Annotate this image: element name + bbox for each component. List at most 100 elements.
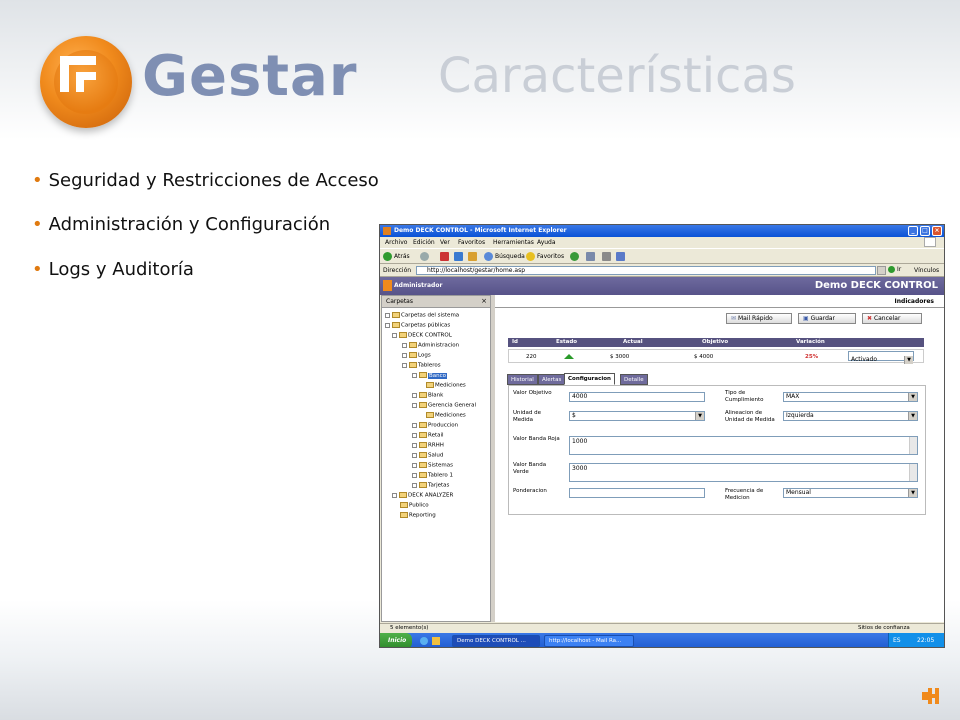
folder-icon (426, 382, 434, 388)
alineacion-select[interactable]: Izquierda ▼ (783, 411, 918, 421)
history-icon[interactable] (570, 252, 581, 261)
table-row[interactable]: 220 $ 3000 $ 4000 25% Activado ▼ (508, 349, 924, 364)
ie-quicklaunch-icon[interactable] (420, 637, 428, 645)
stop-icon[interactable] (440, 252, 451, 261)
tree-item[interactable]: Tablero 1 (412, 472, 453, 479)
search-icon (484, 252, 493, 261)
menu-favoritos[interactable]: Favoritos (458, 239, 485, 246)
menu-archivo[interactable]: Archivo (385, 239, 407, 246)
start-button[interactable]: Inicio (380, 633, 412, 647)
trusted-zone-text: Sitios de confianza (858, 625, 910, 631)
folder-icon (419, 452, 427, 458)
go-button[interactable]: Ir (888, 266, 901, 273)
tree-item[interactable]: Gerencia General (412, 402, 476, 409)
chevron-down-icon: ▼ (904, 356, 913, 364)
window-titlebar[interactable]: Demo DECK CONTROL - Microsoft Internet E… (380, 225, 944, 237)
col-actual: Actual (623, 339, 643, 345)
app-logo-icon (383, 280, 392, 291)
chevron-down-icon: ▼ (908, 412, 917, 420)
cancel-button[interactable]: ✖ Cancelar (862, 313, 922, 324)
refresh-icon[interactable] (454, 252, 465, 261)
links-label[interactable]: Vínculos (914, 267, 939, 274)
back-button[interactable]: Atrás (383, 252, 410, 261)
chevron-down-icon: ▼ (695, 412, 704, 420)
tree-item[interactable]: Reporting (400, 512, 436, 519)
bullet-item: • Administración y Configuración (32, 214, 331, 235)
tree-item[interactable]: Produccion (412, 422, 458, 429)
scrollbar[interactable] (909, 464, 917, 481)
menu-herramientas[interactable]: Herramientas (493, 239, 534, 246)
cancel-icon: ✖ (867, 315, 874, 322)
menu-ver[interactable]: Ver (440, 239, 450, 246)
app-icon (383, 227, 391, 235)
scrollbar[interactable] (909, 437, 917, 454)
bullet-dot-icon: • (32, 170, 43, 191)
folder-icon (419, 422, 427, 428)
unidad-medida-label: Unidad de Medida (513, 410, 542, 423)
save-button[interactable]: ▣ Guardar (798, 313, 856, 324)
tree-item[interactable]: Logs (402, 352, 431, 359)
ponderacion-input[interactable] (569, 488, 705, 498)
forward-button[interactable] (420, 252, 431, 261)
menu-edicion[interactable]: Edición (413, 239, 435, 246)
tab-historial[interactable]: Historial (507, 374, 538, 385)
app-header: Administrador Demo DECK CONTROL (380, 277, 944, 295)
status-select[interactable]: Activado ▼ (848, 351, 914, 364)
task-mail[interactable]: http://localhost - Mail Ra... (544, 635, 634, 647)
language-indicator[interactable]: ES (893, 637, 901, 644)
desktop-quicklaunch-icon[interactable] (432, 637, 440, 645)
mail-rapido-button[interactable]: ✉ Mail Rápido (726, 313, 792, 324)
search-button[interactable]: Búsqueda (484, 252, 525, 261)
sidebar-close-icon[interactable]: × (481, 297, 487, 305)
mail-icon[interactable] (586, 252, 597, 261)
tree-item[interactable]: Mediciones (426, 412, 466, 419)
tree-item[interactable]: Salud (412, 452, 443, 459)
address-dropdown-icon[interactable] (877, 266, 886, 275)
tab-alertas[interactable]: Alertas (538, 374, 566, 385)
tree-item[interactable]: Tableros (402, 362, 441, 369)
edit-icon[interactable] (616, 252, 627, 261)
tree-item[interactable]: RRHH (412, 442, 444, 449)
banda-roja-input[interactable]: 1000 (569, 436, 918, 455)
tree-item[interactable]: Sistemas (412, 462, 453, 469)
close-icon[interactable]: × (932, 226, 942, 236)
frecuencia-select[interactable]: Mensual ▼ (783, 488, 918, 498)
tree-item-selected[interactable]: Banco (412, 372, 448, 379)
tab-configuracion[interactable]: Configuracion (564, 373, 615, 385)
banda-roja-label: Valor Banda Roja (513, 436, 560, 442)
menu-ayuda[interactable]: Ayuda (537, 239, 556, 246)
folder-icon (399, 332, 407, 338)
config-form: Valor Objetivo 4000 Tipo de Cumplimiento… (508, 385, 926, 515)
clock: 22:05 (917, 637, 935, 644)
tree-item[interactable]: DECK CONTROL (392, 332, 452, 339)
folder-icon (399, 492, 407, 498)
tipo-cumplimiento-select[interactable]: MAX ▼ (783, 392, 918, 402)
minimize-icon[interactable]: _ (908, 226, 918, 236)
taskbar: Inicio Demo DECK CONTROL ... http://loca… (380, 633, 944, 647)
save-icon: ▣ (803, 315, 811, 322)
tree-item[interactable]: Carpetas públicas (385, 322, 450, 329)
user-name: Administrador (394, 282, 443, 289)
tree-item[interactable]: Mediciones (426, 382, 466, 389)
tree-item[interactable]: Administracion (402, 342, 459, 349)
tree-item[interactable]: Retail (412, 432, 444, 439)
banda-verde-input[interactable]: 3000 (569, 463, 918, 482)
home-icon[interactable] (468, 252, 479, 261)
address-input[interactable]: http://localhost/gestar/home.asp (416, 266, 876, 275)
folder-icon (409, 362, 417, 368)
task-deck-control[interactable]: Demo DECK CONTROL ... (452, 635, 540, 647)
tree-item[interactable]: Blank (412, 392, 443, 399)
valor-objetivo-input[interactable]: 4000 (569, 392, 705, 402)
maximize-icon[interactable]: □ (920, 226, 930, 236)
gestar-logo-icon (40, 36, 132, 128)
status-bar: 5 elemento(s) Sitios de confianza (380, 623, 944, 633)
print-icon[interactable] (602, 252, 613, 261)
tree-item[interactable]: Tarjetas (412, 482, 449, 489)
favorites-button[interactable]: Favoritos (526, 252, 564, 261)
tree-item[interactable]: DECK ANALYZER (392, 492, 453, 499)
tree-item[interactable]: Publico (400, 502, 429, 509)
unidad-medida-select[interactable]: $ ▼ (569, 411, 705, 421)
tab-detalle[interactable]: Detalle (620, 374, 648, 385)
tree-item[interactable]: Carpetas del sistema (385, 312, 459, 319)
footer-logo-icon (922, 688, 942, 704)
